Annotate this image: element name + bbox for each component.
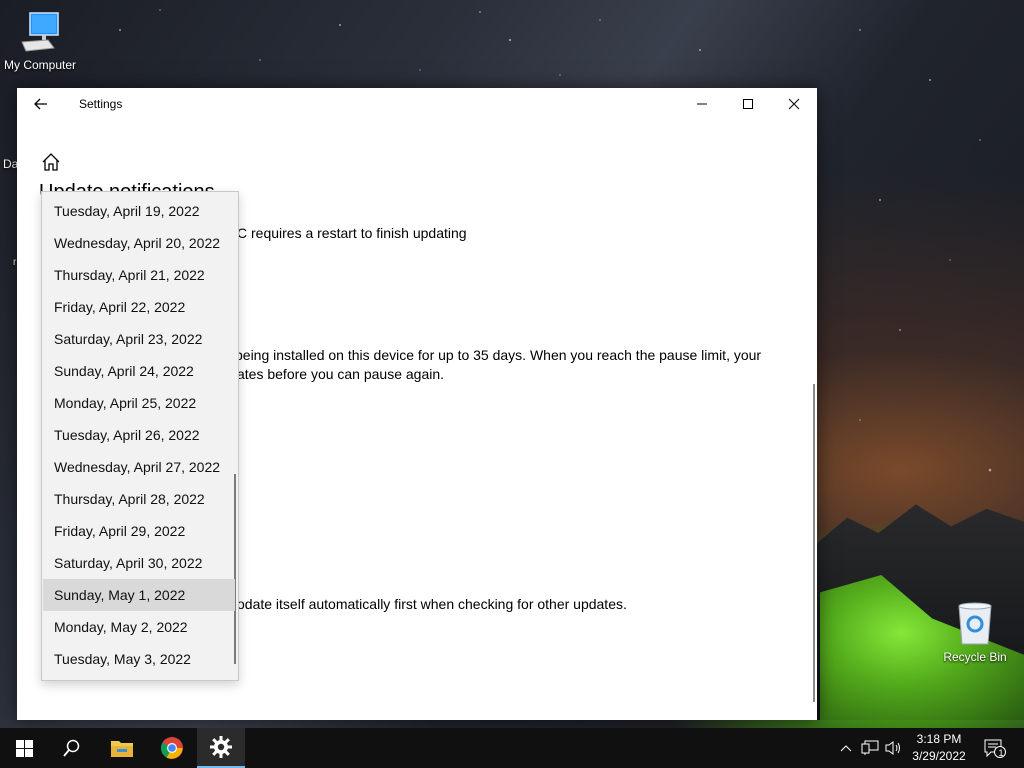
window-scrollbar[interactable] (813, 384, 815, 702)
taskbar: 3:18 PM 3/29/2022 1 (0, 728, 1024, 768)
file-explorer-button[interactable] (98, 728, 146, 768)
notification-count-badge: 1 (998, 748, 1004, 758)
clock-date: 3/29/2022 (912, 749, 966, 763)
computer-icon (21, 12, 59, 52)
home-button[interactable] (40, 151, 62, 173)
dropdown-option[interactable]: Thursday, April 21, 2022 (43, 259, 235, 291)
chrome-icon (161, 737, 183, 759)
pause-description-line-1: being installed on this device for up to… (235, 347, 762, 363)
minimize-button[interactable] (679, 88, 725, 120)
show-hidden-icons-button[interactable] (836, 738, 856, 758)
dropdown-option[interactable]: Saturday, April 30, 2022 (43, 547, 235, 579)
restart-notification-text: C requires a restart to finish updating (237, 225, 467, 241)
dropdown-option[interactable]: Friday, April 22, 2022 (43, 291, 235, 323)
arrow-left-icon (34, 98, 47, 110)
desktop-icon-label: Recycle Bin (943, 650, 1007, 664)
dropdown-option[interactable]: Sunday, May 1, 2022 (43, 579, 235, 611)
desktop-icon-label: My Computer (3, 58, 77, 72)
gear-icon (210, 736, 232, 758)
maximize-icon (743, 99, 753, 109)
dropdown-option[interactable]: Tuesday, April 26, 2022 (43, 419, 235, 451)
recycle-bin-icon (958, 602, 992, 645)
windows-logo-icon (15, 739, 33, 757)
minimize-icon (697, 103, 707, 105)
back-button[interactable] (31, 94, 51, 114)
dropdown-option[interactable]: Wednesday, April 20, 2022 (43, 227, 235, 259)
chrome-button[interactable] (148, 728, 196, 768)
clock[interactable]: 3:18 PM 3/29/2022 (904, 731, 974, 765)
dropdown-option[interactable]: Tuesday, May 3, 2022 (43, 643, 235, 675)
volume-button[interactable] (884, 738, 904, 758)
dropdown-option[interactable]: Monday, April 25, 2022 (43, 387, 235, 419)
desktop-icon-my-computer[interactable]: My Computer (0, 10, 80, 72)
search-icon (63, 739, 80, 757)
window-title: Settings (79, 97, 123, 111)
network-button[interactable] (860, 738, 880, 758)
dropdown-option[interactable]: Friday, April 29, 2022 (43, 515, 235, 547)
close-icon (788, 98, 800, 110)
action-center-button[interactable]: 1 (982, 738, 1008, 758)
dropdown-option[interactable]: Sunday, April 24, 2022 (43, 355, 235, 387)
desktop-partial-label: r (13, 257, 17, 268)
settings-taskbar-button[interactable] (197, 728, 245, 768)
title-bar: Settings (17, 88, 817, 120)
maximize-button[interactable] (725, 88, 771, 120)
dropdown-option[interactable]: Saturday, April 23, 2022 (43, 323, 235, 355)
pause-description-line-2: ates before you can pause again. (237, 366, 445, 382)
close-button[interactable] (771, 88, 817, 120)
dropdown-option[interactable]: Wednesday, April 27, 2022 (43, 451, 235, 483)
pause-until-dropdown[interactable]: Tuesday, April 19, 2022 Wednesday, April … (41, 191, 239, 681)
home-icon (42, 153, 60, 171)
start-button[interactable] (0, 728, 48, 768)
search-button[interactable] (48, 728, 96, 768)
desktop-icon-recycle-bin[interactable]: Recycle Bin (935, 602, 1015, 664)
speaker-icon (885, 741, 900, 755)
network-icon (861, 740, 879, 755)
chevron-up-icon (840, 745, 852, 752)
self-update-text: odate itself automatically first when ch… (237, 596, 627, 612)
dropdown-option[interactable]: Tuesday, April 19, 2022 (43, 195, 235, 227)
dropdown-option[interactable]: Monday, May 2, 2022 (43, 611, 235, 643)
dropdown-option[interactable]: Thursday, April 28, 2022 (43, 483, 235, 515)
clock-time: 3:18 PM (916, 732, 962, 746)
folder-icon (111, 741, 133, 757)
